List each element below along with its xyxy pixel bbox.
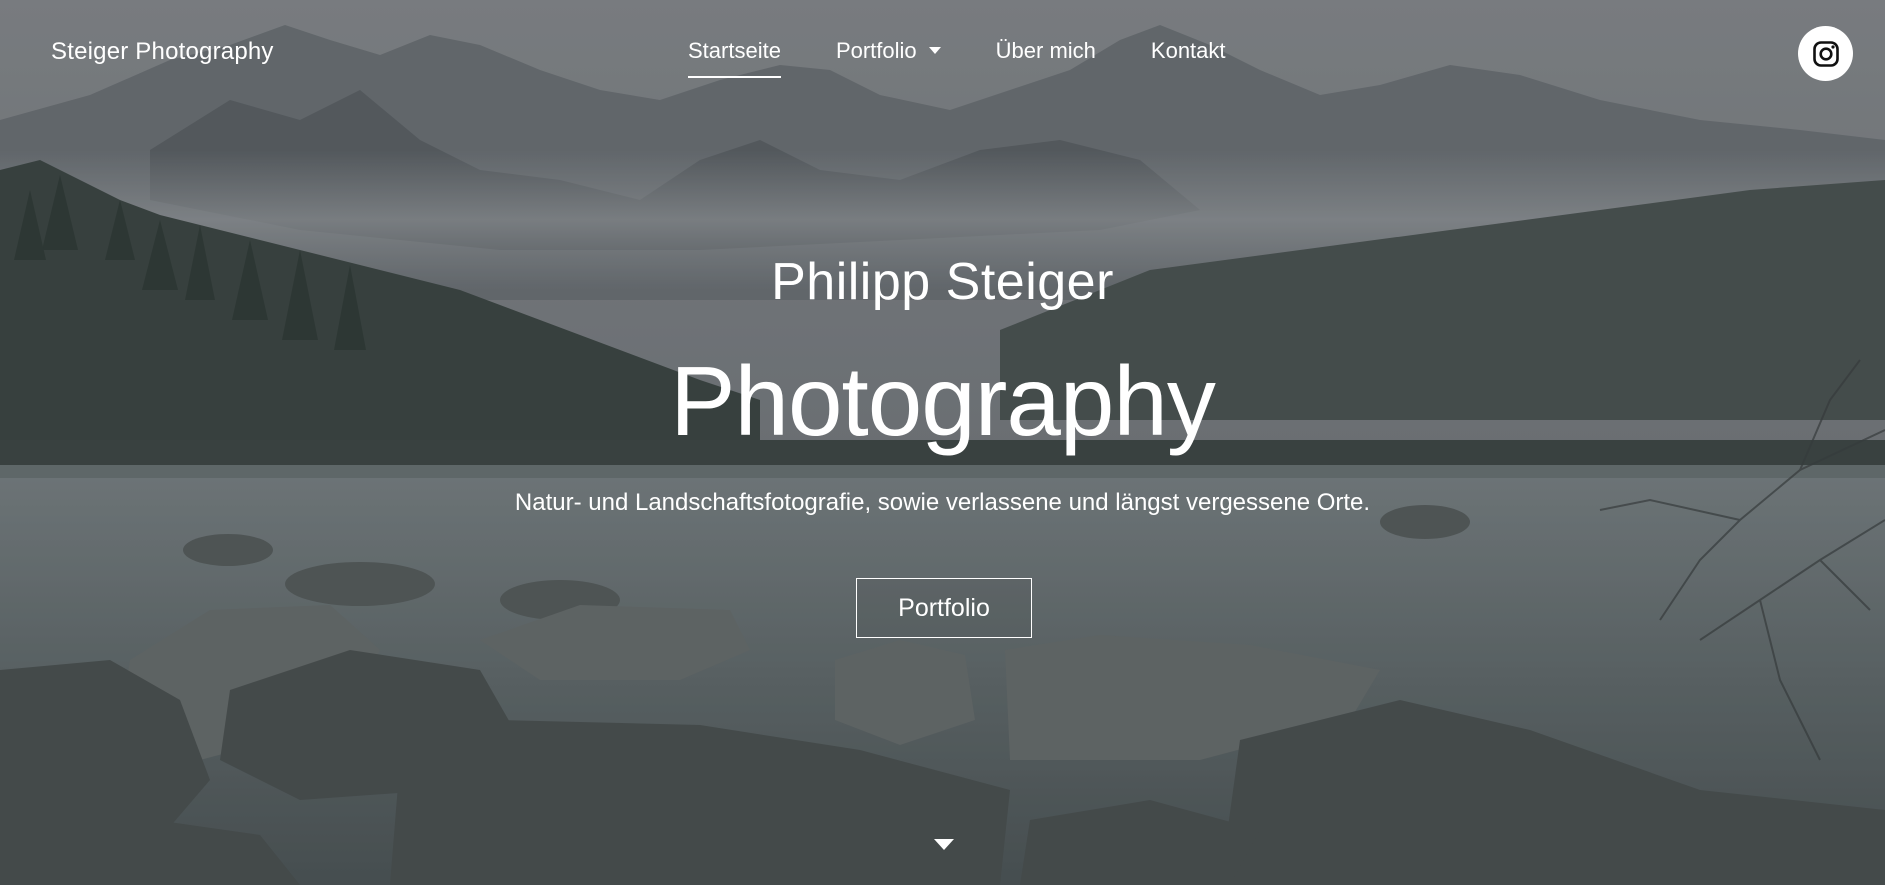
hero-name: Philipp Steiger — [771, 253, 1114, 311]
hero-subtitle: Natur- und Landschaftsfotografie, sowie … — [514, 489, 1371, 516]
hero-title: Photography — [670, 346, 1216, 456]
nav-item-portfolio-label: Portfolio — [835, 38, 917, 63]
portfolio-button[interactable]: Portfolio — [856, 578, 1032, 638]
nav-item-kontakt[interactable]: Kontakt — [1151, 38, 1226, 78]
hero-section: Steiger Photography Startseite Portfolio… — [0, 0, 1885, 885]
nav-item-portfolio[interactable]: Portfolio — [836, 38, 941, 78]
nav-item-ueber-mich[interactable]: Über mich — [996, 38, 1096, 78]
main-nav: Startseite Portfolio Über mich Kontakt — [688, 38, 1226, 78]
caret-down-icon[interactable] — [934, 839, 954, 850]
chevron-down-icon — [928, 46, 941, 54]
brand-logo-text[interactable]: Steiger Photography — [51, 38, 274, 66]
nav-item-startseite[interactable]: Startseite — [688, 38, 781, 78]
instagram-button[interactable] — [1798, 26, 1853, 81]
top-navigation-bar: Steiger Photography Startseite Portfolio… — [0, 0, 1885, 110]
instagram-icon — [1812, 40, 1839, 67]
